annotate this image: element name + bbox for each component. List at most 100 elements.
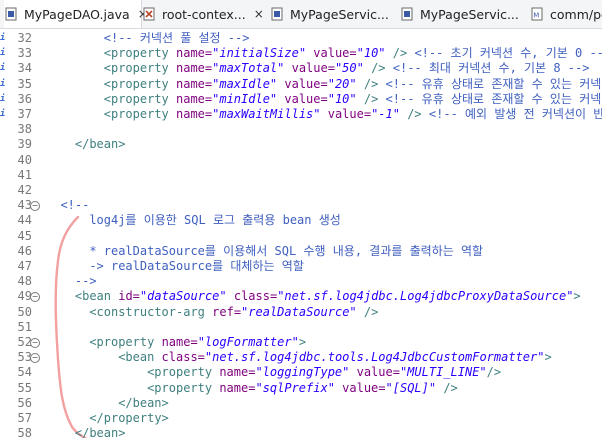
code-line: 47 -> realDataSource를 대체하는 역할 <box>0 259 602 274</box>
tab-2[interactable]: root-contex... × <box>142 0 270 28</box>
line-number: 42 <box>17 183 32 197</box>
tab-label: MyPageServic... <box>420 6 519 22</box>
code-text: <property name="maxTotal" value="50" /> … <box>104 61 590 76</box>
code-line: 52− <property name="logFormatter"> <box>0 335 602 350</box>
xml-code-editor[interactable]: i 32 <!-- 커넥션 풀 설정 --> i 33 <property name="i… <box>0 29 602 438</box>
code-token: value= <box>277 76 328 91</box>
line-number: 37 <box>17 107 32 121</box>
code-line: 41 <box>0 168 602 183</box>
code-token: value= <box>277 91 328 106</box>
line-number: 44 <box>17 213 32 228</box>
code-token: </bean> <box>118 395 169 410</box>
code-token: </bean> <box>74 137 126 152</box>
info-marker-icon: i <box>0 93 6 104</box>
fold-toggle-icon[interactable]: − <box>30 353 40 364</box>
code-token: --> <box>74 274 97 289</box>
code-token: > <box>573 289 581 304</box>
svg-text:M: M <box>533 12 539 20</box>
code-line: 49− <bean id="dataSource" class="net.sf.l… <box>0 289 602 304</box>
tab-5[interactable]: Mcomm/po <box>530 0 602 28</box>
tab-label: MyPageDAO.java <box>24 6 130 22</box>
tab-4[interactable]: MyPageServic... <box>400 0 530 28</box>
code-token: "sqlPrefix" <box>255 380 335 395</box>
close-icon[interactable]: × <box>254 7 264 21</box>
code-token: -> realDataSource를 대체하는 역할 <box>89 259 304 273</box>
code-text: <property name="minIdle" value="10" /> <… <box>104 92 602 107</box>
code-token: "realDataSource" <box>241 304 357 319</box>
code-token: name= <box>219 365 256 380</box>
fold-toggle-icon[interactable]: − <box>30 338 40 348</box>
code-token: "logFormatter" <box>197 335 299 349</box>
code-token: /> <box>385 46 415 61</box>
code-text: --> <box>75 274 97 289</box>
code-line: 48 --> <box>0 274 602 289</box>
info-marker-icon: i <box>0 63 6 74</box>
code-token: value= <box>306 46 357 61</box>
tab-label: root-contex... <box>162 6 246 22</box>
tab-1[interactable]: MyPageDAO.java × <box>4 0 148 28</box>
xml-file-icon <box>142 7 162 21</box>
code-token: name= <box>219 380 256 395</box>
line-number: 33 <box>17 46 32 61</box>
java-file-icon <box>400 7 420 21</box>
code-token: "loggingType" <box>255 365 350 380</box>
code-text: </bean> <box>75 137 126 152</box>
editor-tab-bar: MyPageDAO.java × root-contex... × MyPageServ… <box>0 0 602 29</box>
code-line: 43− <!-- <box>0 198 602 213</box>
line-number: 58 <box>17 426 32 438</box>
code-token: /> <box>486 365 502 380</box>
code-token: <property <box>147 365 220 380</box>
code-token: "net.sf.log4jdbc.tools.Log4JdbcCustomFor… <box>204 350 545 365</box>
code-token: <!-- 최대 커넥션 수, 기본 8 --> <box>392 61 590 76</box>
code-line: 44 log4j를 이용한 SQL 로그 출력용 bean 생성 <box>0 213 602 228</box>
code-text: -> realDataSource를 대체하는 역할 <box>89 259 304 274</box>
code-token: value= <box>334 380 386 395</box>
line-number: 56 <box>17 395 32 410</box>
line-number: 55 <box>17 380 32 395</box>
code-text: </property> <box>89 411 168 426</box>
fold-toggle-icon[interactable]: − <box>30 201 40 212</box>
info-marker-icon: i <box>0 78 6 89</box>
code-token: /> <box>356 91 386 106</box>
code-line: i 34 <property name="maxTotal" value="50" … <box>0 61 602 76</box>
tab-label: MyPageServic... <box>290 6 389 22</box>
code-token: <!-- 커넥션 풀 설정 --> <box>103 31 250 45</box>
line-number: 38 <box>17 122 32 137</box>
code-line: 55 <property name="sqlPrefix" value="[SQL… <box>0 381 602 396</box>
code-token: /> <box>356 76 386 91</box>
code-token: "net.sf.log4jdbc.Log4jdbcProxyDataSource… <box>277 289 574 304</box>
code-line: 45 <box>0 229 602 244</box>
code-token: "-1" <box>371 107 400 121</box>
code-token: > <box>544 350 552 365</box>
code-token: <!-- 초기 커넥션 수, 기본 0 --> <box>414 46 602 61</box>
line-number: 34 <box>17 61 32 76</box>
code-token: > <box>298 335 307 349</box>
line-number: 54 <box>17 365 32 380</box>
line-number: 41 <box>17 167 32 182</box>
code-token: <property <box>147 380 220 395</box>
code-token: name= <box>161 335 198 349</box>
code-line: 58 </bean> <box>0 426 602 438</box>
fold-toggle-icon[interactable]: − <box>30 292 40 303</box>
code-text: * realDataSource를 이용해서 SQL 수행 내용, 결과를 출력… <box>89 244 483 259</box>
code-text: <constructor-arg ref="realDataSource" /> <box>89 305 378 320</box>
code-text: <property name="logFormatter"> <box>89 335 306 350</box>
java-file-icon <box>270 7 290 21</box>
code-token: "[SQL]" <box>385 380 437 395</box>
line-number: 32 <box>17 31 32 45</box>
code-text: <bean id="dataSource" class="net.sf.log4… <box>75 289 581 304</box>
code-token: value= <box>320 107 372 121</box>
code-token: <property <box>103 61 176 76</box>
tab-3[interactable]: MyPageServic... <box>270 0 400 28</box>
code-token: "maxIdle" <box>212 76 278 91</box>
code-token: "20" <box>327 76 357 91</box>
tab-label: comm/po <box>550 6 602 22</box>
code-token: </property> <box>89 411 169 425</box>
line-number: 47 <box>17 259 32 273</box>
code-token: <bean <box>74 289 119 304</box>
code-token: <property <box>103 107 176 121</box>
code-token: /> <box>356 304 379 319</box>
info-marker-icon: i <box>0 33 6 43</box>
code-token: <property <box>103 76 176 91</box>
code-token: /> <box>399 107 429 121</box>
